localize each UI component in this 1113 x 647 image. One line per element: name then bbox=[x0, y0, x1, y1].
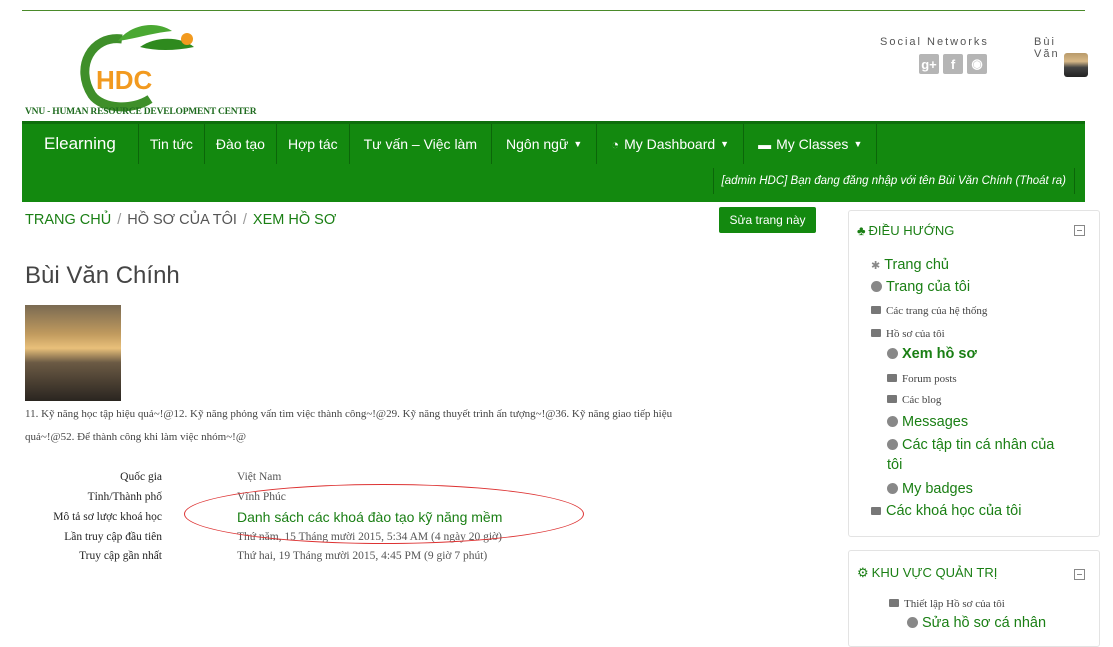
profile-photo bbox=[25, 305, 121, 401]
breadcrumb-home[interactable]: TRANG CHỦ bbox=[25, 212, 111, 228]
nav-tree-badges[interactable]: My badges bbox=[887, 481, 973, 497]
info-label: Quốc gia bbox=[120, 471, 162, 483]
breadcrumb-current[interactable]: XEM HỒ SƠ bbox=[253, 212, 336, 228]
login-info[interactable]: [admin HDC] Bạn đang đăng nhập với tên B… bbox=[712, 168, 1075, 194]
info-label: Truy cập gần nhất bbox=[79, 550, 162, 562]
navigation-title-text: ĐIỀU HƯỚNG bbox=[868, 223, 955, 238]
info-label: Lần truy cập đầu tiên bbox=[64, 531, 162, 543]
home-icon: ✱ bbox=[871, 260, 881, 272]
admin-tree-profile-settings[interactable]: Thiết lập Hồ sơ của tôi bbox=[889, 598, 1005, 610]
nav-tree-system-pages-label: Các trang của hệ thống bbox=[886, 305, 988, 317]
nav-item-language-label: Ngôn ngữ bbox=[506, 136, 569, 152]
nav-tree-my-page-label: Trang của tôi bbox=[886, 279, 971, 295]
googleplus-icon[interactable]: g+ bbox=[919, 54, 939, 74]
dashboard-icon: ◔ bbox=[611, 136, 620, 152]
admin-tree-profile-settings-label: Thiết lập Hồ sơ của tôi bbox=[904, 598, 1005, 610]
profile-description: 11. Kỹ năng học tập hiệu quả~!@12. Kỹ nă… bbox=[25, 403, 825, 449]
info-value: Thứ hai, 19 Tháng mười 2015, 4:45 PM (9 … bbox=[237, 550, 488, 562]
nav-item-career[interactable]: Tư vấn – Việc làm bbox=[350, 124, 493, 164]
nav-item-training[interactable]: Đào tạo bbox=[205, 124, 277, 164]
site-header: HDC VNU - HUMAN RESOURCE DEVELOPMENT CEN… bbox=[22, 11, 1088, 121]
nav-tree-my-profile[interactable]: Hồ sơ của tôi bbox=[871, 328, 945, 340]
bullet-icon bbox=[887, 483, 898, 494]
collapse-icon[interactable] bbox=[1074, 225, 1085, 236]
nav-tree-view-profile-label: Xem hồ sơ bbox=[902, 346, 977, 362]
admin-tree-edit-profile[interactable]: Sửa hồ sơ cá nhân bbox=[907, 615, 1046, 631]
logo-caption: VNU - HUMAN RESOURCE DEVELOPMENT CENTER bbox=[25, 107, 257, 117]
folder-icon bbox=[871, 329, 881, 337]
nav-tree-badges-label: My badges bbox=[902, 481, 973, 497]
admin-block: ⚙ KHU VỰC QUẢN TRỊ Thiết lập Hồ sơ của tô… bbox=[848, 550, 1100, 647]
breadcrumb-separator: / bbox=[242, 212, 247, 228]
nav-tree-forum-posts-label: Forum posts bbox=[902, 373, 957, 385]
edit-page-button[interactable]: Sửa trang này bbox=[719, 207, 816, 233]
breadcrumb: TRANG CHỦ / HỒ SƠ CỦA TÔI / XEM HỒ SƠ bbox=[25, 212, 336, 228]
bullet-icon bbox=[871, 281, 882, 292]
cogs-icon: ⚙ bbox=[857, 565, 869, 580]
nav-brand[interactable]: Elearning bbox=[22, 124, 139, 164]
nav-tree-home[interactable]: ✱ Trang chủ bbox=[871, 257, 949, 273]
description-line: 11. Kỹ năng học tập hiệu quả~!@12. Kỹ nă… bbox=[25, 408, 673, 420]
bullet-icon bbox=[887, 416, 898, 427]
social-networks-label: Social Networks bbox=[880, 36, 989, 48]
facebook-icon[interactable]: f bbox=[943, 54, 963, 74]
nav-tree-my-courses-label: Các khoá học của tôi bbox=[886, 503, 1022, 519]
nav-tree-my-courses[interactable]: Các khoá học của tôi bbox=[871, 503, 1021, 519]
nav-item-dashboard-label: My Dashboard bbox=[624, 136, 716, 152]
caret-down-icon: ▼ bbox=[720, 139, 730, 149]
nav-tree-messages-label: Messages bbox=[902, 414, 969, 430]
nav-tree-messages[interactable]: Messages bbox=[887, 414, 968, 430]
folder-icon bbox=[887, 374, 897, 382]
breadcrumb-profile[interactable]: HỒ SƠ CỦA TÔI bbox=[127, 212, 237, 228]
nav-tree-view-profile[interactable]: Xem hồ sơ bbox=[887, 346, 977, 362]
nav-tree-private-files[interactable]: Các tập tin cá nhân của bbox=[887, 437, 1054, 453]
nav-tree-forum-posts[interactable]: Forum posts bbox=[887, 373, 957, 385]
bullet-icon bbox=[887, 348, 898, 359]
nav-item-classes[interactable]: ▬ My Classes ▼ bbox=[744, 124, 878, 164]
user-avatar[interactable] bbox=[1064, 53, 1088, 77]
nav-item-language[interactable]: Ngôn ngữ ▼ bbox=[492, 124, 598, 164]
info-label: Mô tả sơ lược khoá học bbox=[53, 511, 162, 523]
navigation-block-title[interactable]: ♣ ĐIỀU HƯỚNG bbox=[857, 223, 954, 238]
nav-tree-blogs[interactable]: Các blog bbox=[887, 394, 941, 406]
info-value: Việt Nam bbox=[237, 471, 282, 483]
caret-down-icon: ▼ bbox=[573, 139, 583, 149]
page-title: Bùi Văn Chính bbox=[25, 262, 180, 289]
info-row-last-access: Truy cập gần nhất Thứ hai, 19 Tháng mười… bbox=[25, 550, 725, 566]
collapse-icon[interactable] bbox=[1074, 569, 1085, 580]
nav-tree-home-label: Trang chủ bbox=[884, 257, 949, 273]
bullet-icon bbox=[907, 617, 918, 628]
nav-item-news[interactable]: Tin tức bbox=[139, 124, 205, 164]
social-icons: g+ f ◉ bbox=[919, 54, 987, 74]
logo-text: HDC bbox=[96, 65, 153, 95]
nav-tree-private-files-label: Các tập tin cá nhân của bbox=[902, 437, 1055, 453]
admin-block-title[interactable]: ⚙ KHU VỰC QUẢN TRỊ bbox=[857, 565, 997, 581]
highlight-ellipse bbox=[184, 484, 584, 544]
admin-tree-edit-profile-label: Sửa hồ sơ cá nhân bbox=[922, 615, 1047, 631]
nav-tree-my-profile-label: Hồ sơ của tôi bbox=[886, 328, 945, 340]
nav-menu: Elearning Tin tức Đào tạo Hợp tác Tư vấn… bbox=[22, 124, 878, 164]
main-navbar: Elearning Tin tức Đào tạo Hợp tác Tư vấn… bbox=[22, 121, 1085, 202]
nav-item-cooperation[interactable]: Hợp tác bbox=[277, 124, 350, 164]
nav-tree-my-page[interactable]: Trang của tôi bbox=[871, 279, 970, 295]
nav-item-classes-label: My Classes bbox=[776, 136, 849, 152]
caret-down-icon: ▼ bbox=[853, 139, 863, 149]
breadcrumb-separator: / bbox=[117, 212, 122, 228]
bullet-icon bbox=[887, 439, 898, 450]
globe-icon[interactable]: ◉ bbox=[967, 54, 987, 74]
admin-title-text: KHU VỰC QUẢN TRỊ bbox=[871, 565, 998, 580]
navigation-block: ♣ ĐIỀU HƯỚNG ✱ Trang chủ Trang của tôi Các… bbox=[848, 210, 1100, 537]
nav-item-dashboard[interactable]: ◔ My Dashboard ▼ bbox=[597, 124, 745, 164]
description-line: quả~!@52. Để thành công khi làm việc nhó… bbox=[25, 431, 246, 443]
nav-tree-blogs-label: Các blog bbox=[902, 394, 942, 406]
folder-icon bbox=[871, 507, 881, 515]
folder-icon bbox=[871, 306, 881, 314]
folder-open-icon bbox=[889, 599, 899, 607]
folder-icon bbox=[887, 395, 897, 403]
info-label: Tỉnh/Thành phố bbox=[87, 491, 162, 503]
nav-tree-system-pages[interactable]: Các trang của hệ thống bbox=[871, 305, 987, 317]
sitemap-icon: ♣ bbox=[857, 223, 866, 238]
briefcase-icon: ▬ bbox=[758, 136, 772, 152]
nav-tree-private-files-cont[interactable]: tôi bbox=[887, 457, 902, 473]
